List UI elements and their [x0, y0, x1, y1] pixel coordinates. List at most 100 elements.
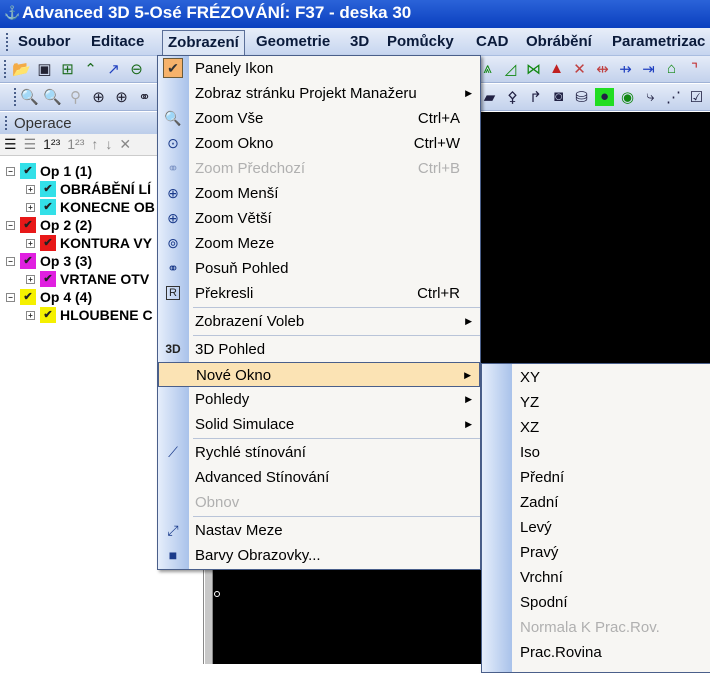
tool-icon[interactable]: ⛁ — [572, 88, 591, 106]
submenu-item-spodni[interactable]: Spodní — [482, 590, 710, 615]
collapse-icon[interactable]: − — [6, 292, 15, 302]
tree-item[interactable]: − ✔ Op 4 (4) — [6, 288, 92, 306]
menu-obrabeni[interactable]: Obrábění — [526, 33, 592, 50]
collapse-icon[interactable]: − — [6, 220, 15, 230]
submenu-item-yz[interactable]: YZ — [482, 390, 710, 415]
renumber-disabled-icon[interactable]: 1²³ — [67, 136, 84, 153]
break-icon[interactable]: ⇹ — [593, 60, 612, 78]
check-icon[interactable]: ✔ — [40, 271, 56, 287]
submenu-item-iso[interactable]: Iso — [482, 440, 710, 465]
menu-item-zoom-okno[interactable]: ⊙ Zoom Okno Ctrl+W — [158, 131, 480, 156]
menu-item-zoom-meze[interactable]: ⊚ Zoom Meze — [158, 231, 480, 256]
mirror-icon[interactable]: ⋈ — [524, 60, 543, 78]
zoom-previous-icon[interactable]: ⚲ — [66, 88, 85, 106]
tool-icon[interactable]: ↱ — [526, 88, 545, 106]
expand-icon[interactable]: + — [26, 274, 35, 284]
zoom-out-icon[interactable]: ⊕ — [89, 88, 108, 106]
tree-item[interactable]: + ✔ HLOUBENE C — [26, 306, 153, 324]
submenu-item-vrchni[interactable]: Vrchní — [482, 565, 710, 590]
tool-icon[interactable]: ⌂ — [662, 60, 681, 78]
tree-item[interactable]: + ✔ KONTURA VY — [26, 234, 152, 252]
submenu-item-zadni[interactable]: Zadní — [482, 490, 710, 515]
tool-icon[interactable]: ⤷ — [641, 88, 660, 106]
menu-item-3d-pohled[interactable]: 3D 3D Pohled — [158, 337, 480, 362]
menu-3d[interactable]: 3D — [350, 33, 369, 50]
check-icon[interactable]: ✔ — [20, 163, 36, 179]
collapse-icon[interactable]: − — [6, 166, 15, 176]
menu-item-barvy-obrazovky[interactable]: ■ Barvy Obrazovky... — [158, 543, 480, 568]
tree-item[interactable]: − ✔ Op 1 (1) — [6, 162, 92, 180]
move-up-icon[interactable]: ↑ — [91, 136, 98, 153]
menu-zobrazeni[interactable]: Zobrazení — [162, 30, 245, 56]
menu-pomucky[interactable]: Pomůcky — [387, 33, 454, 50]
expand-icon[interactable]: + — [26, 184, 35, 194]
tree-item[interactable]: − ✔ Op 2 (2) — [6, 216, 92, 234]
menu-cad[interactable]: CAD — [476, 33, 509, 50]
check-icon[interactable]: ✔ — [20, 253, 36, 269]
menu-item-zoom-vse[interactable]: 🔍 Zoom Vše Ctrl+A — [158, 106, 480, 131]
list-icon[interactable]: ☰ — [4, 136, 17, 153]
arc-icon[interactable]: ↗ — [104, 60, 123, 78]
tool-icon[interactable]: ▲ — [547, 60, 566, 78]
menu-geometrie[interactable]: Geometrie — [256, 33, 330, 50]
menu-item-zobrazeni-voleb[interactable]: Zobrazení Voleb ▶ — [158, 309, 480, 334]
check-icon[interactable]: ✔ — [40, 235, 56, 251]
settings-icon[interactable]: ☑ — [687, 88, 706, 106]
expand-icon[interactable]: + — [26, 202, 35, 212]
renumber-icon[interactable]: 1²³ — [43, 136, 60, 153]
open-icon[interactable]: 📂 — [12, 60, 31, 78]
toolbar-grip[interactable] — [14, 88, 17, 106]
menu-item-prekresli[interactable]: R Překresli Ctrl+R — [158, 281, 480, 306]
pan-icon[interactable]: ⚭ — [135, 88, 154, 106]
tool-icon[interactable]: ◉ — [618, 88, 637, 106]
zoom-window-icon[interactable]: 🔍 — [43, 88, 62, 106]
trim-icon[interactable]: ✕ — [570, 60, 589, 78]
submenu-item-xy[interactable]: XY — [482, 365, 710, 390]
menu-item-obnov[interactable]: Obnov — [158, 490, 480, 515]
tool-icon[interactable]: ⚴ — [503, 88, 522, 106]
fillet-icon[interactable]: ⌝ — [685, 60, 704, 78]
geometry-icon[interactable]: ⊞ — [58, 60, 77, 78]
delete-icon[interactable]: ✕ — [119, 136, 131, 153]
menu-item-zoom-mensi[interactable]: ⊕ Zoom Menší — [158, 181, 480, 206]
menu-item-zobraz-stranku-projekt-manazeru[interactable]: Zobraz stránku Projekt Manažeru ▶ — [158, 81, 480, 106]
submenu-item-prac-rovina[interactable]: Prac.Rovina — [482, 640, 710, 665]
shading-icon[interactable]: ▰ — [480, 88, 499, 106]
menu-item-zoom-predchozi[interactable]: ⚭ Zoom Předchozí Ctrl+B — [158, 156, 480, 181]
submenu-item-normala-k-prac-rov[interactable]: Normala K Prac.Rov. — [482, 615, 710, 640]
extend-icon[interactable]: ⇥ — [639, 60, 658, 78]
expand-icon[interactable]: + — [26, 238, 35, 248]
move-down-icon[interactable]: ↓ — [105, 136, 112, 153]
menubar-grip[interactable] — [6, 33, 9, 51]
check-icon[interactable]: ✔ — [40, 199, 56, 215]
collapse-icon[interactable]: − — [6, 256, 15, 266]
menu-editace[interactable]: Editace — [91, 33, 144, 50]
tool-icon[interactable]: ⋰ — [664, 88, 683, 106]
menu-item-pohledy[interactable]: Pohledy ▶ — [158, 387, 480, 412]
submenu-item-xz[interactable]: XZ — [482, 415, 710, 440]
check-icon[interactable]: ✔ — [40, 307, 56, 323]
menu-item-advanced-stinovani[interactable]: Advanced Stínování — [158, 465, 480, 490]
save-icon[interactable]: ▣ — [35, 60, 54, 78]
menu-item-panely-ikon[interactable]: ✔ Panely Ikon — [158, 56, 480, 81]
list-disabled-icon[interactable]: ☰ — [24, 136, 37, 153]
circle-icon[interactable]: ⊖ — [127, 60, 146, 78]
join-icon[interactable]: ⇸ — [616, 60, 635, 78]
tree-item[interactable]: − ✔ Op 3 (3) — [6, 252, 92, 270]
check-icon[interactable]: ✔ — [20, 289, 36, 305]
expand-icon[interactable]: + — [26, 310, 35, 320]
zoom-in-icon[interactable]: ⊕ — [112, 88, 131, 106]
menu-parametrizac[interactable]: Parametrizac — [612, 33, 705, 50]
menu-item-rychle-stinovani[interactable]: ⟋ Rychlé stínování — [158, 440, 480, 465]
menu-item-solid-simulace[interactable]: Solid Simulace ▶ — [158, 412, 480, 437]
toolbar-grip[interactable] — [4, 60, 7, 78]
check-icon[interactable]: ✔ — [40, 181, 56, 197]
tree-item[interactable]: + ✔ OBRÁBĚNÍ LÍ — [26, 180, 151, 198]
submenu-item-levy[interactable]: Levý — [482, 515, 710, 540]
tool-icon[interactable]: ◙ — [549, 88, 568, 106]
zoom-all-icon[interactable]: 🔍 — [20, 88, 39, 106]
simulation-icon[interactable]: ● — [595, 88, 614, 106]
menu-soubor[interactable]: Soubor — [18, 33, 71, 50]
menu-item-zoom-vetsi[interactable]: ⊕ Zoom Větší — [158, 206, 480, 231]
menu-item-nastav-meze[interactable]: ⤢ Nastav Meze — [158, 518, 480, 543]
